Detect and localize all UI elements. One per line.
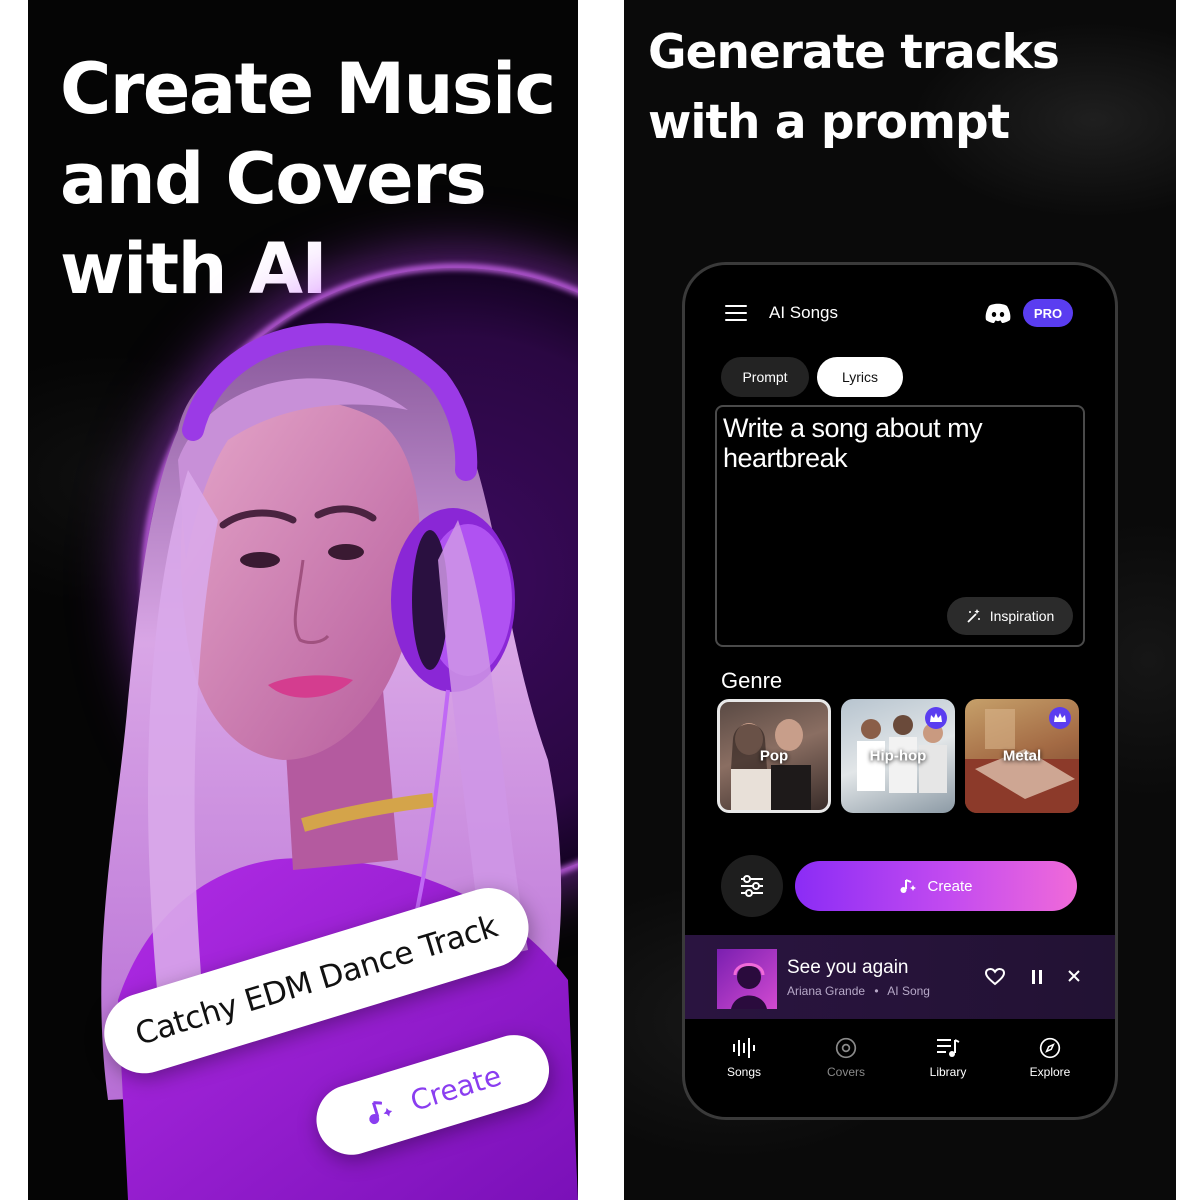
- genre-label-pop: Pop: [759, 747, 789, 765]
- genre-card-metal[interactable]: Metal: [965, 699, 1079, 813]
- now-playing-subtitle: Ariana Grande • AI Song: [787, 984, 930, 998]
- now-playing-title: See you again: [787, 957, 909, 978]
- app-title: AI Songs: [769, 303, 838, 322]
- inspiration-button[interactable]: Inspiration: [947, 597, 1073, 635]
- genre-label-metal: Metal: [1002, 747, 1042, 765]
- promo-panel-left: Create Music and Covers with AI Catchy E…: [28, 0, 578, 1200]
- nav-label-library: Library: [929, 1065, 967, 1079]
- genre-card-pop[interactable]: Pop: [717, 699, 831, 813]
- phone-mockup: AI Songs PRO Prompt Lyrics Write a song …: [682, 262, 1118, 1120]
- create-label: Create: [927, 877, 973, 895]
- music-sparkle-icon: [369, 1100, 393, 1124]
- nav-item-library[interactable]: Library: [903, 1037, 993, 1079]
- waveform-icon: [733, 1038, 755, 1058]
- compass-icon: [1039, 1037, 1061, 1059]
- premium-crown-badge: [1049, 707, 1071, 729]
- nav-item-songs[interactable]: Songs: [699, 1037, 789, 1079]
- album-art: [731, 963, 767, 1009]
- discord-icon[interactable]: [985, 302, 1011, 324]
- pro-badge[interactable]: PRO: [1023, 299, 1073, 327]
- settings-button[interactable]: [721, 855, 783, 917]
- tab-lyrics[interactable]: Lyrics: [817, 357, 903, 397]
- right-headline-line-1: Generate tracks: [648, 25, 1060, 80]
- nav-item-covers[interactable]: Covers: [801, 1037, 891, 1079]
- playlist-icon: [937, 1039, 960, 1057]
- create-button[interactable]: Create: [795, 861, 1077, 911]
- prompt-text[interactable]: Write a song about my heartbreak: [723, 413, 1063, 473]
- crown-icon: [930, 713, 942, 722]
- genre-title: Genre: [721, 668, 783, 693]
- close-icon[interactable]: [1067, 969, 1081, 983]
- nav-label-covers: Covers: [826, 1065, 865, 1079]
- right-headline: Generate tracks with a prompt: [648, 18, 1168, 158]
- now-playing-artist: Ariana Grande: [787, 984, 866, 998]
- pause-icon[interactable]: [1030, 969, 1044, 985]
- sliders-icon: [741, 875, 763, 897]
- menu-icon[interactable]: [725, 305, 747, 323]
- prompt-textarea[interactable]: Write a song about my heartbreak Inspira…: [715, 405, 1085, 647]
- now-playing-cover: [717, 949, 777, 1009]
- app-header: AI Songs PRO: [685, 295, 1115, 335]
- nav-item-explore[interactable]: Explore: [1005, 1037, 1095, 1079]
- nav-label-explore: Explore: [1029, 1065, 1071, 1079]
- inspiration-label: Inspiration: [989, 608, 1055, 624]
- crown-icon: [1054, 713, 1066, 722]
- right-headline-line-2: with a prompt: [648, 95, 1010, 150]
- magic-wand-icon: [967, 609, 980, 623]
- genre-card-hip-hop[interactable]: Hip-hop: [841, 699, 955, 813]
- example-create-label: Create: [406, 1058, 506, 1118]
- music-sparkle-icon: [900, 879, 917, 893]
- bottom-nav: Songs Covers Library Explore: [685, 1025, 1115, 1095]
- now-playing-bar[interactable]: See you again Ariana Grande • AI Song: [685, 935, 1115, 1019]
- premium-crown-badge: [925, 707, 947, 729]
- nav-label-songs: Songs: [726, 1065, 762, 1079]
- now-playing-source: AI Song: [887, 984, 930, 998]
- tab-prompt[interactable]: Prompt: [721, 357, 809, 397]
- heart-icon[interactable]: [985, 968, 1005, 986]
- disc-icon: [835, 1037, 857, 1059]
- genre-label-hip-hop: Hip-hop: [869, 747, 927, 765]
- promo-panel-right: Generate tracks with a prompt AI Songs P…: [624, 0, 1176, 1200]
